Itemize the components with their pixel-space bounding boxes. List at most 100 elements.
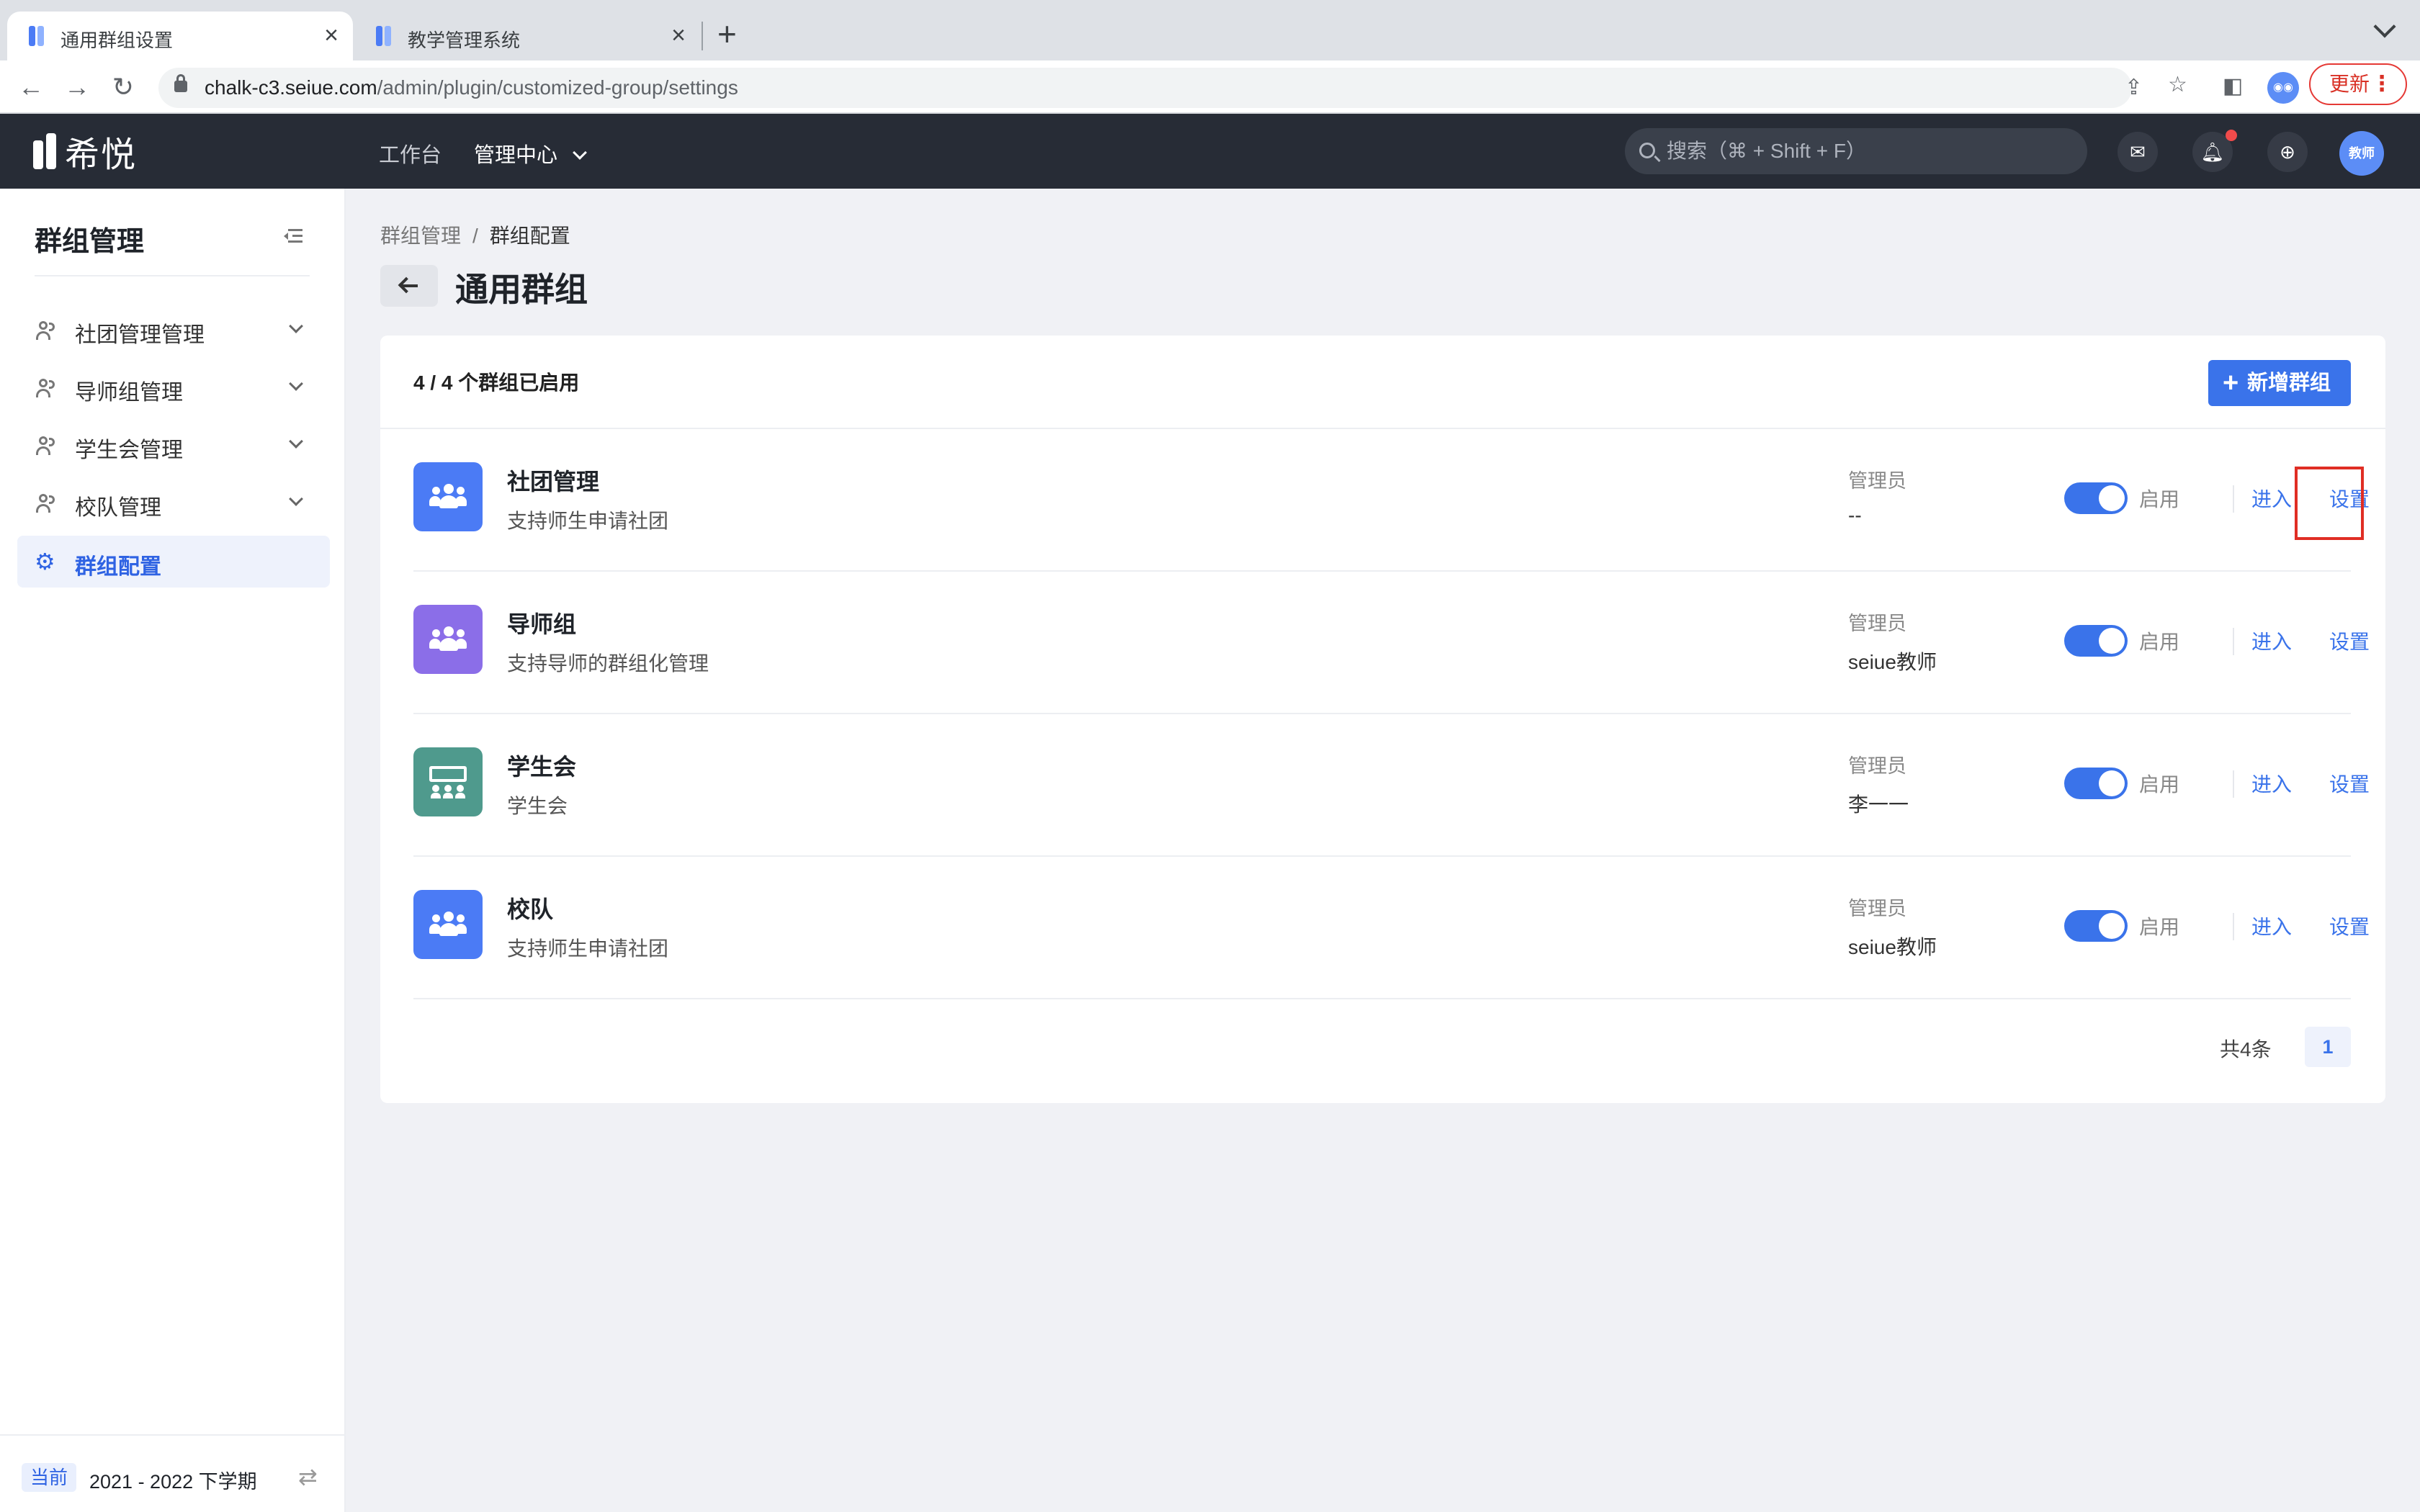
back-icon[interactable]: ← bbox=[14, 71, 48, 104]
browser-tabstrip: 通用群组设置 × 教学管理系统 × + bbox=[0, 0, 2420, 60]
chevron-down-icon bbox=[289, 319, 303, 333]
group-description: 支持师生申请社团 bbox=[507, 510, 669, 532]
forward-icon[interactable]: → bbox=[60, 71, 94, 104]
search-icon bbox=[1639, 143, 1655, 158]
breadcrumb-item[interactable]: 群组管理 bbox=[380, 225, 461, 247]
reload-icon[interactable]: ↻ bbox=[107, 71, 140, 104]
group-list-card: 4 / 4 个群组已启用 + 新增群组 社团管理 支持师生申请社团 管理员 -- … bbox=[380, 336, 2385, 1103]
admin-label: 管理员 bbox=[1848, 613, 1906, 634]
group-row: 社团管理 支持师生申请社团 管理员 -- 启用 进入 设置 bbox=[413, 429, 2370, 572]
notification-badge bbox=[2226, 130, 2237, 141]
app-logo[interactable]: 希悦 bbox=[33, 130, 137, 174]
favicon-icon bbox=[27, 26, 46, 46]
browser-tab[interactable]: 教学管理系统 × bbox=[354, 12, 700, 60]
admin-value: seiue教师 bbox=[1848, 936, 1937, 958]
search-placeholder: 搜索（⌘ + Shift + F） bbox=[1667, 140, 1866, 162]
tab-search-chevron-icon[interactable] bbox=[2373, 15, 2396, 38]
admin-label: 管理员 bbox=[1848, 470, 1906, 492]
enter-link[interactable]: 进入 bbox=[2251, 626, 2292, 655]
enable-toggle[interactable] bbox=[2064, 768, 2128, 799]
browser-toolbar: ← → ↻ chalk-c3.seiue.com/admin/plugin/cu… bbox=[0, 60, 2420, 114]
toggle-label: 启用 bbox=[2139, 773, 2180, 796]
group-description: 支持师生申请社团 bbox=[507, 937, 669, 960]
group-row: 学生会 学生会 管理员 李一一 启用 进入 设置 bbox=[413, 714, 2370, 857]
messages-icon[interactable]: ✉ bbox=[2118, 132, 2158, 172]
group-people-icon bbox=[413, 462, 483, 531]
browser-profile-icon[interactable]: ◉◉ bbox=[2267, 72, 2299, 104]
settings-link[interactable]: 设置 bbox=[2329, 769, 2370, 798]
collapse-sidebar-icon[interactable] bbox=[284, 229, 302, 243]
group-description: 支持导师的群组化管理 bbox=[507, 652, 709, 675]
enter-link[interactable]: 进入 bbox=[2251, 769, 2292, 798]
toggle-label: 启用 bbox=[2139, 916, 2180, 938]
divider bbox=[2233, 913, 2234, 940]
new-tab-icon[interactable]: + bbox=[717, 16, 737, 52]
user-avatar[interactable]: 教师 bbox=[2339, 131, 2384, 176]
switch-arrows-icon[interactable]: ⇄ bbox=[298, 1463, 318, 1490]
chevron-down-icon bbox=[289, 377, 303, 391]
chevron-down-icon bbox=[289, 434, 303, 449]
chevron-down-icon bbox=[289, 492, 303, 506]
nav-management-center[interactable]: 管理中心 bbox=[474, 138, 587, 168]
group-description: 学生会 bbox=[507, 795, 568, 817]
breadcrumb-current: 群组配置 bbox=[489, 225, 570, 247]
users-icon bbox=[36, 321, 56, 340]
address-bar[interactable]: chalk-c3.seiue.com/admin/plugin/customiz… bbox=[158, 68, 2187, 108]
enable-toggle[interactable] bbox=[2064, 910, 2128, 942]
sidebar-item-label: 社团管理管理 bbox=[75, 323, 205, 347]
sidebar-item-label: 群组配置 bbox=[75, 555, 161, 579]
close-tab-icon[interactable]: × bbox=[671, 22, 686, 50]
group-classroom-icon bbox=[413, 747, 483, 816]
browser-tab-active[interactable]: 通用群组设置 × bbox=[7, 12, 353, 60]
highlight-box bbox=[2295, 467, 2364, 540]
term-switcher[interactable]: 当前 2021 - 2022 下学期 ⇄ bbox=[0, 1434, 344, 1512]
menu-dots-icon: ⋮ bbox=[2371, 72, 2393, 96]
page-title: 通用群组 bbox=[455, 271, 588, 308]
sidebar-item-club-management[interactable]: 社团管理管理 bbox=[17, 304, 330, 356]
sidebar-item-group-config[interactable]: ⚙ 群组配置 bbox=[17, 536, 330, 588]
admin-value: -- bbox=[1848, 504, 1862, 526]
users-icon bbox=[36, 436, 56, 455]
pagination-page-button[interactable]: 1 bbox=[2305, 1027, 2351, 1067]
add-group-button[interactable]: + 新增群组 bbox=[2208, 360, 2351, 406]
divider bbox=[2233, 628, 2234, 655]
close-tab-icon[interactable]: × bbox=[324, 22, 339, 50]
plus-icon: + bbox=[2223, 368, 2239, 398]
admin-label: 管理员 bbox=[1848, 898, 1906, 919]
back-button[interactable] bbox=[380, 265, 438, 307]
divider bbox=[2233, 485, 2234, 513]
divider bbox=[35, 275, 310, 276]
sidebar-title: 群组管理 bbox=[35, 227, 145, 257]
tab-title: 教学管理系统 bbox=[408, 30, 521, 51]
global-search-input[interactable]: 搜索（⌘ + Shift + F） bbox=[1625, 128, 2087, 174]
current-term-badge: 当前 bbox=[22, 1463, 77, 1492]
bookmark-star-icon[interactable]: ☆ bbox=[2168, 72, 2187, 97]
sidebar-item-label: 校队管理 bbox=[75, 496, 161, 520]
users-icon bbox=[36, 494, 56, 513]
group-people-icon bbox=[413, 890, 483, 959]
tab-divider bbox=[702, 22, 703, 50]
sidebar-item-student-union-management[interactable]: 学生会管理 bbox=[17, 419, 330, 471]
admin-value: seiue教师 bbox=[1848, 651, 1937, 673]
sidebar-item-team-management[interactable]: 校队管理 bbox=[17, 477, 330, 528]
url-text: chalk-c3.seiue.com/admin/plugin/customiz… bbox=[205, 76, 738, 99]
divider bbox=[2233, 770, 2234, 798]
enable-toggle[interactable] bbox=[2064, 625, 2128, 657]
group-row: 导师组 支持导师的群组化管理 管理员 seiue教师 启用 进入 设置 bbox=[413, 572, 2370, 714]
chevron-down-icon bbox=[573, 145, 587, 160]
sidebar-item-mentor-management[interactable]: 导师组管理 bbox=[17, 361, 330, 413]
browser-update-button[interactable]: 更新 ⋮ bbox=[2309, 63, 2407, 105]
group-name: 校队 bbox=[507, 896, 554, 922]
admin-label: 管理员 bbox=[1848, 755, 1906, 777]
enable-toggle[interactable] bbox=[2064, 482, 2128, 514]
app-header: 希悦 工作台 管理中心 搜索（⌘ + Shift + F） ✉ 🔔︎ ⊕ 教师 bbox=[0, 114, 2420, 189]
enter-link[interactable]: 进入 bbox=[2251, 484, 2292, 513]
help-icon[interactable]: ⊕ bbox=[2267, 132, 2308, 172]
settings-link[interactable]: 设置 bbox=[2329, 912, 2370, 940]
logo-text: 希悦 bbox=[65, 136, 138, 174]
side-panel-icon[interactable]: ◧ bbox=[2223, 73, 2243, 99]
enter-link[interactable]: 进入 bbox=[2251, 912, 2292, 940]
nav-workbench[interactable]: 工作台 bbox=[379, 138, 442, 168]
share-icon[interactable]: ⇪ bbox=[2125, 75, 2143, 100]
settings-link[interactable]: 设置 bbox=[2329, 626, 2370, 655]
